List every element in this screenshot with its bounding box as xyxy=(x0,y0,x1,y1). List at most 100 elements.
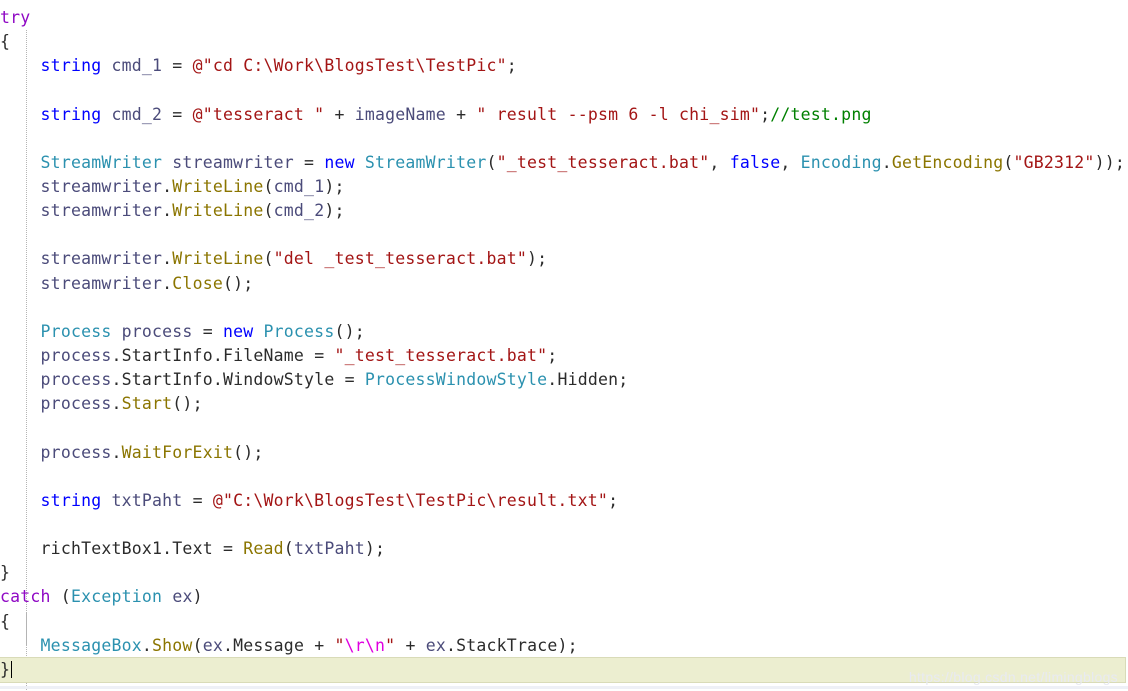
code-token: ProcessWindowStyle xyxy=(364,370,548,390)
code-line[interactable]: process.Start(); xyxy=(0,392,1125,416)
code-token: , xyxy=(709,152,730,172)
code-token: ( xyxy=(263,201,274,221)
code-token: ex xyxy=(425,635,446,655)
code-line[interactable]: StreamWriter streamwriter = new StreamWr… xyxy=(0,151,1125,175)
code-line[interactable]: } xyxy=(0,561,1125,585)
code-token: Show xyxy=(152,635,193,655)
code-token: Exception xyxy=(70,587,163,607)
code-token: "GB2312" xyxy=(1013,152,1095,172)
code-token: . xyxy=(162,273,173,293)
code-token: imageName xyxy=(354,104,446,124)
code-token: = xyxy=(334,370,365,390)
code-token: { xyxy=(0,32,11,52)
code-token: process xyxy=(121,321,193,341)
code-line[interactable]: process.WaitForExit(); xyxy=(0,441,1125,465)
code-line[interactable]: richTextBox1.Text = Read(txtPaht); xyxy=(0,537,1125,561)
code-token: WriteLine xyxy=(172,249,264,269)
code-token: ); xyxy=(557,635,578,655)
code-token: ); xyxy=(527,249,548,269)
code-line[interactable] xyxy=(0,127,1125,151)
code-line[interactable]: process.StartInfo.WindowStyle = ProcessW… xyxy=(0,368,1125,392)
code-token: try xyxy=(0,8,31,27)
code-line[interactable]: Process process = new Process(); xyxy=(0,320,1125,344)
code-line[interactable]: MessageBox.Show(ex.Message + "\r\n" + ex… xyxy=(0,634,1125,658)
code-token: StartInfo xyxy=(121,370,213,390)
code-token: . xyxy=(881,152,892,172)
code-token: " xyxy=(385,635,396,655)
code-token: . xyxy=(212,370,223,390)
code-token: = xyxy=(304,345,335,365)
code-token: streamwriter xyxy=(172,152,294,172)
source-code-block[interactable]: try { string cmd_1 = @"cd C:\Work\BlogsTe… xyxy=(0,0,1126,683)
code-token: WaitForExit xyxy=(121,442,234,462)
code-token: WindowStyle xyxy=(222,370,335,390)
code-token: + xyxy=(304,635,335,655)
code-token: (); xyxy=(233,442,264,462)
code-line[interactable] xyxy=(0,416,1125,440)
code-token: . xyxy=(446,635,457,655)
code-token: . xyxy=(111,394,122,414)
code-token: + xyxy=(395,635,426,655)
code-token: Hidden xyxy=(557,370,619,390)
code-line[interactable] xyxy=(0,465,1125,489)
code-token: process xyxy=(40,394,112,414)
code-token: } xyxy=(0,659,11,679)
code-token: ; xyxy=(618,370,629,390)
code-token: Start xyxy=(121,394,173,414)
code-line[interactable] xyxy=(0,223,1125,247)
code-token: \r\n xyxy=(344,635,386,655)
code-token: cmd_1 xyxy=(111,56,163,76)
code-token: MessageBox xyxy=(40,635,142,655)
code-token: = xyxy=(162,56,193,76)
code-token: @"cd C:\Work\BlogsTest\TestPic" xyxy=(192,56,507,76)
code-token: Message xyxy=(233,635,305,655)
code-line[interactable]: streamwriter.WriteLine("del _test_tesser… xyxy=(0,247,1125,271)
code-line[interactable]: streamwriter.WriteLine(cmd_2); xyxy=(0,199,1125,223)
code-token: = xyxy=(212,539,244,559)
code-token: { xyxy=(0,611,11,631)
code-token: ex xyxy=(202,635,223,655)
code-token: . xyxy=(111,442,122,462)
code-token: )); xyxy=(1094,152,1125,172)
code-token: = xyxy=(182,490,213,510)
code-line[interactable]: process.StartInfo.FileName = "_test_tess… xyxy=(0,344,1125,368)
code-line[interactable]: { xyxy=(0,610,1125,634)
code-token: StreamWriter xyxy=(40,152,163,172)
code-line[interactable] xyxy=(0,78,1125,102)
code-token: ; xyxy=(506,56,517,76)
code-editor-surface[interactable]: try { string cmd_1 = @"cd C:\Work\BlogsTe… xyxy=(0,0,1128,691)
code-token: = xyxy=(192,321,223,341)
code-line[interactable]: streamwriter.Close(); xyxy=(0,272,1125,296)
code-token: . xyxy=(162,176,173,196)
code-token: ; xyxy=(760,104,771,124)
code-line[interactable]: string cmd_1 = @"cd C:\Work\BlogsTest\Te… xyxy=(0,54,1125,78)
code-line[interactable] xyxy=(0,513,1125,537)
code-line[interactable] xyxy=(0,296,1125,320)
code-line[interactable]: streamwriter.WriteLine(cmd_1); xyxy=(0,175,1125,199)
code-token: . xyxy=(162,539,173,559)
code-line[interactable]: string cmd_2 = @"tesseract " + imageName… xyxy=(0,103,1125,127)
code-token: . xyxy=(162,249,173,269)
code-line[interactable]: string txtPaht = @"C:\Work\BlogsTest\Tes… xyxy=(0,489,1125,513)
code-token: streamwriter xyxy=(40,201,163,221)
code-line[interactable]: catch (Exception ex) xyxy=(0,585,1125,609)
code-token: } xyxy=(0,563,11,583)
code-token: streamwriter xyxy=(40,249,163,269)
code-token: ); xyxy=(324,176,345,196)
code-token: cmd_1 xyxy=(273,176,325,196)
code-token: streamwriter xyxy=(40,176,163,196)
code-token: new xyxy=(222,321,254,341)
code-line[interactable]: try xyxy=(0,6,1125,30)
code-line[interactable]: { xyxy=(0,30,1125,54)
